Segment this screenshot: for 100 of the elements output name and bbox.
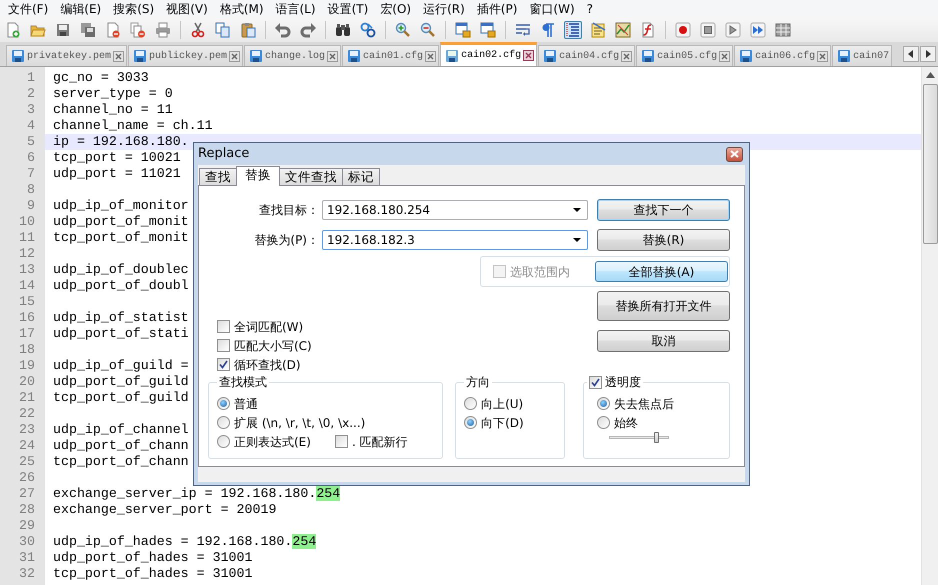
- menu-item[interactable]: 宏(O): [374, 0, 418, 18]
- record-icon: [675, 22, 691, 38]
- radio-button[interactable]: [596, 397, 610, 410]
- scroll-right-icon[interactable]: [920, 46, 936, 62]
- word-wrap-icon: [515, 22, 531, 38]
- dialog-button[interactable]: 替换所有打开文件: [597, 291, 730, 321]
- toolbar-button[interactable]: [564, 21, 582, 39]
- code-line: udp_port = 11021: [53, 166, 181, 181]
- checkbox[interactable]: [217, 320, 230, 333]
- radio-button[interactable]: [217, 416, 230, 429]
- toolbar-button[interactable]: [214, 21, 232, 39]
- checkmark-icon: [590, 378, 600, 386]
- close-icon[interactable]: [621, 50, 632, 62]
- radio-button[interactable]: [464, 397, 478, 410]
- toolbar-button[interactable]: [189, 21, 207, 39]
- dialog-tab[interactable]: 文件查找: [279, 168, 343, 185]
- menu-item[interactable]: 语言(L): [270, 0, 322, 18]
- file-tab[interactable]: cain04.cfg: [538, 45, 636, 66]
- code-line: udp_ip_of_doublec: [53, 262, 189, 277]
- dialog-button[interactable]: 替换(R): [597, 229, 730, 251]
- close-icon[interactable]: [719, 50, 730, 62]
- menu-item[interactable]: 运行(R): [417, 0, 471, 18]
- menu-item[interactable]: 文件(F): [2, 0, 54, 18]
- close-icon[interactable]: [113, 50, 124, 62]
- file-tab[interactable]: cain02.cfg: [440, 42, 538, 66]
- toolbar-button[interactable]: [674, 21, 692, 39]
- menu-item[interactable]: ?: [580, 0, 599, 18]
- scroll-left-icon[interactable]: [903, 46, 919, 62]
- close-icon[interactable]: [327, 50, 338, 62]
- menu-item[interactable]: 设置(T): [322, 0, 374, 18]
- dialog-button[interactable]: 全部替换(A): [595, 261, 728, 282]
- tab-label: cain05.cfg: [657, 50, 718, 64]
- dialog-button[interactable]: 取消: [597, 330, 730, 352]
- checkbox[interactable]: [588, 376, 602, 388]
- field-label: 查找目标：: [258, 202, 319, 219]
- code-line: udp_port_of_monit: [53, 214, 189, 229]
- close-icon[interactable]: [229, 50, 240, 62]
- file-tab[interactable]: privatekey.pem: [6, 45, 128, 66]
- tab-label: cain01.cfg: [363, 50, 424, 64]
- redo-icon: [300, 22, 316, 38]
- dialog-tab[interactable]: 替换: [236, 166, 280, 186]
- checkbox-label: 循环查找(D): [234, 356, 301, 374]
- radio-button[interactable]: [464, 416, 478, 429]
- menu-item[interactable]: 窗口(W): [523, 0, 581, 18]
- close-icon[interactable]: [425, 50, 436, 62]
- combo-field[interactable]: 192.168.180.254: [322, 200, 588, 220]
- scroll-up-icon[interactable]: [926, 72, 934, 78]
- close-button[interactable]: [726, 146, 743, 162]
- menu-item[interactable]: 搜索(S): [107, 0, 160, 18]
- checkbox[interactable]: [217, 358, 230, 371]
- code-line: udp_ip_of_hades = 192.168.180.: [53, 534, 292, 549]
- close-icon[interactable]: [523, 50, 534, 61]
- tab-label: change.log: [265, 50, 326, 64]
- undo-icon: [275, 22, 291, 38]
- checkbox[interactable]: [217, 339, 230, 352]
- radio-label: 失去焦点后: [614, 396, 674, 412]
- file-tab[interactable]: change.log: [244, 45, 342, 66]
- vertical-scrollbar[interactable]: [921, 67, 938, 585]
- toolbar-button[interactable]: [334, 21, 352, 39]
- scrollbar-thumb[interactable]: [922, 84, 938, 244]
- code-line: gc_no = 3033: [53, 70, 149, 85]
- dialog-button[interactable]: 查找下一个: [597, 199, 730, 221]
- floppy-icon: [133, 49, 148, 63]
- close-icon[interactable]: [817, 50, 828, 62]
- checkbox[interactable]: [334, 435, 348, 448]
- highlighted-match: 254: [292, 534, 316, 549]
- file-tab[interactable]: cain05.cfg: [636, 45, 734, 66]
- menu-item[interactable]: 插件(P): [470, 0, 524, 18]
- new-file-icon: [5, 22, 21, 38]
- menu-item[interactable]: 视图(V): [160, 0, 214, 18]
- toolbar-button[interactable]: [589, 21, 607, 39]
- checkbox-label: 匹配大小写(C): [234, 338, 312, 354]
- menu-item[interactable]: 编辑(E): [54, 0, 108, 18]
- tab-label: publickey.pem: [149, 50, 228, 64]
- toolbar-button[interactable]: [774, 21, 792, 39]
- window-title: Replace: [198, 145, 250, 164]
- combo-field[interactable]: 192.168.182.3: [322, 230, 588, 250]
- radio-button[interactable]: [217, 397, 230, 410]
- document-map-icon: [615, 22, 631, 38]
- checkbox-label: 选取范围内: [510, 264, 570, 280]
- toolbar-button[interactable]: [724, 21, 742, 39]
- file-tab[interactable]: publickey.pem: [128, 45, 244, 66]
- toolbar-button[interactable]: [54, 21, 72, 39]
- file-tab[interactable]: cain07: [832, 45, 892, 66]
- print-icon: [155, 22, 171, 38]
- code-line: exchange_server_port = 20019: [53, 502, 276, 517]
- file-tab[interactable]: cain01.cfg: [342, 45, 440, 66]
- zoom-out-icon: [420, 22, 436, 38]
- checkmark-icon: [219, 360, 228, 369]
- dialog-tab[interactable]: 查找: [199, 168, 237, 185]
- radio-button[interactable]: [596, 416, 610, 429]
- code-line: udp_port_of_hades = 31001: [53, 550, 252, 565]
- file-tab[interactable]: cain06.cfg: [734, 45, 832, 66]
- floppy-icon: [11, 49, 25, 63]
- radio-button[interactable]: [217, 435, 230, 448]
- menu-item[interactable]: 格式(M): [214, 0, 270, 18]
- slider-thumb[interactable]: [654, 432, 660, 443]
- toolbar-button[interactable]: [699, 21, 717, 39]
- field-label: 替换为(P)：: [253, 232, 319, 249]
- dialog-tab[interactable]: 标记: [342, 168, 380, 185]
